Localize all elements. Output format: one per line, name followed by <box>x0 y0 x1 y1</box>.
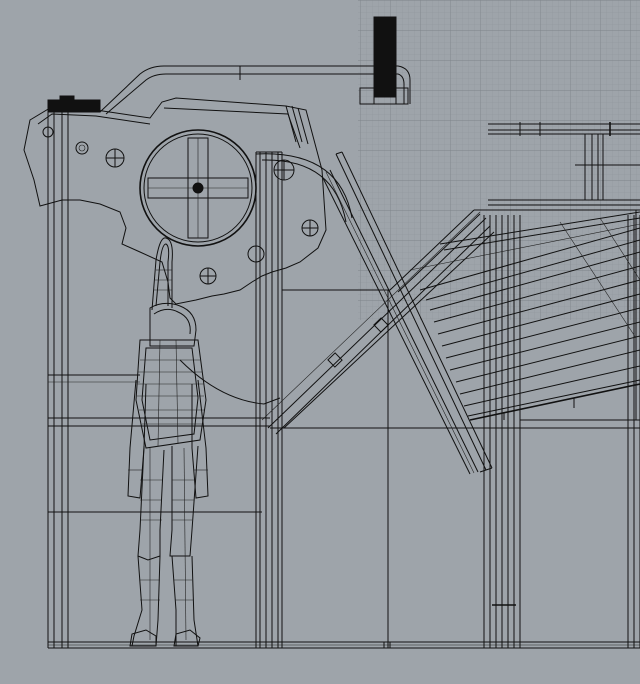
wireframe-drawing <box>23 0 640 649</box>
bolt-holes <box>42 126 319 285</box>
ground-line <box>48 641 640 649</box>
handle-block <box>47 95 101 113</box>
frame-column-center <box>255 151 283 648</box>
frame-beams <box>48 289 640 648</box>
cam-plate <box>23 97 327 305</box>
human-figure <box>127 237 209 647</box>
pivot-wheel <box>139 129 257 247</box>
cad-viewport[interactable] <box>0 0 640 684</box>
frame-column-left <box>47 112 69 648</box>
top-post <box>373 16 397 104</box>
